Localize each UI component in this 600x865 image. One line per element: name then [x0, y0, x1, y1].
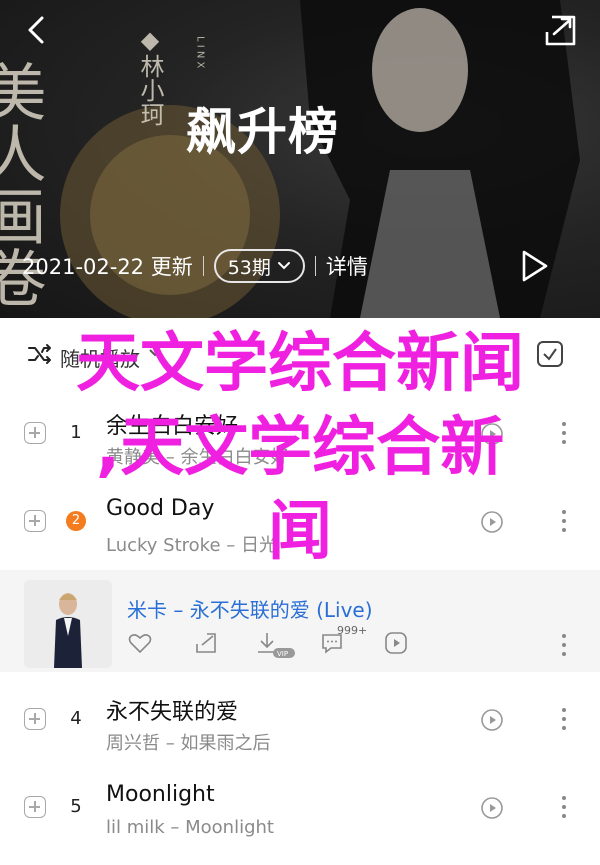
song-title: 余生白白安好: [106, 414, 239, 439]
song-subtitle: Lucky Stroke – 日光: [106, 535, 277, 556]
add-icon[interactable]: [24, 510, 46, 532]
playlist-header: 美人画卷 ◆林小珂 L I N X 飙升榜 2021-02-22 更新 53期 …: [0, 0, 600, 318]
update-date: 2021-02-22 更新: [22, 255, 193, 279]
add-icon[interactable]: [24, 422, 46, 444]
chevron-down-icon: [149, 349, 161, 357]
song-title: 米卡 – 永不失联的爱 (Live): [127, 598, 373, 622]
video-play-icon[interactable]: [480, 796, 504, 820]
add-icon[interactable]: [24, 796, 46, 818]
song-subtitle: 黄静美 – 余生白白安好: [106, 447, 289, 468]
divider: [202, 256, 204, 276]
more-icon[interactable]: [558, 632, 570, 658]
song-row[interactable]: 5 Moonlight lil milk – Moonlight: [0, 764, 600, 852]
song-row[interactable]: 4 永不失联的爱 周兴哲 – 如果雨之后: [0, 676, 600, 764]
playlist-title: 飙升榜: [186, 103, 339, 161]
divider: [314, 256, 316, 276]
video-play-icon[interactable]: [480, 708, 504, 732]
album-cover[interactable]: [24, 580, 112, 668]
rank-number: 5: [70, 796, 82, 817]
comment-count: 999+: [337, 624, 368, 637]
vertical-art-artist: ◆林小珂: [136, 26, 164, 126]
share-icon[interactable]: [193, 630, 219, 656]
video-play-icon[interactable]: [383, 630, 409, 656]
song-subtitle: 周兴哲 – 如果雨之后: [106, 733, 271, 754]
rank-badge: 2: [66, 511, 86, 531]
back-arrow-icon[interactable]: [20, 12, 56, 48]
add-icon[interactable]: [24, 708, 46, 730]
song-row[interactable]: 2 Good Day Lucky Stroke – 日光: [0, 478, 600, 566]
more-icon[interactable]: [558, 508, 570, 534]
issue-label: 53期: [227, 256, 271, 279]
video-play-icon[interactable]: [480, 510, 504, 534]
now-playing-row[interactable]: 米卡 – 永不失联的爱 (Live) VIP 999+: [0, 570, 600, 672]
heart-icon[interactable]: [127, 630, 153, 656]
details-link[interactable]: 详情: [326, 251, 368, 281]
more-icon[interactable]: [558, 420, 570, 446]
play-all-row[interactable]: 随机播放: [0, 318, 600, 390]
multi-select-icon[interactable]: [536, 340, 570, 370]
singer-photo: [24, 580, 112, 668]
video-play-icon[interactable]: [480, 422, 504, 446]
vertical-art-letters: L I N X: [195, 36, 206, 69]
song-title: Good Day: [106, 496, 215, 521]
vip-download-icon[interactable]: VIP: [255, 630, 299, 660]
play-all-label: 随机播放: [60, 347, 140, 371]
song-row[interactable]: 1 余生白白安好 黄静美 – 余生白白安好: [0, 390, 600, 478]
more-icon[interactable]: [558, 706, 570, 732]
song-title: 永不失联的爱: [106, 700, 239, 725]
song-title: Moonlight: [106, 782, 215, 807]
shuffle-icon: [28, 344, 51, 364]
update-info: 2021-02-22 更新 53期 详情: [22, 249, 368, 283]
rank-number: 4: [70, 708, 82, 729]
svg-text:VIP: VIP: [277, 650, 288, 658]
chevron-down-icon: [277, 262, 290, 270]
issue-selector[interactable]: 53期: [213, 249, 305, 283]
more-icon[interactable]: [558, 794, 570, 820]
share-icon[interactable]: [538, 12, 580, 48]
rank-number: 1: [70, 422, 82, 443]
song-subtitle: lil milk – Moonlight: [106, 817, 274, 838]
play-icon[interactable]: [518, 246, 552, 286]
